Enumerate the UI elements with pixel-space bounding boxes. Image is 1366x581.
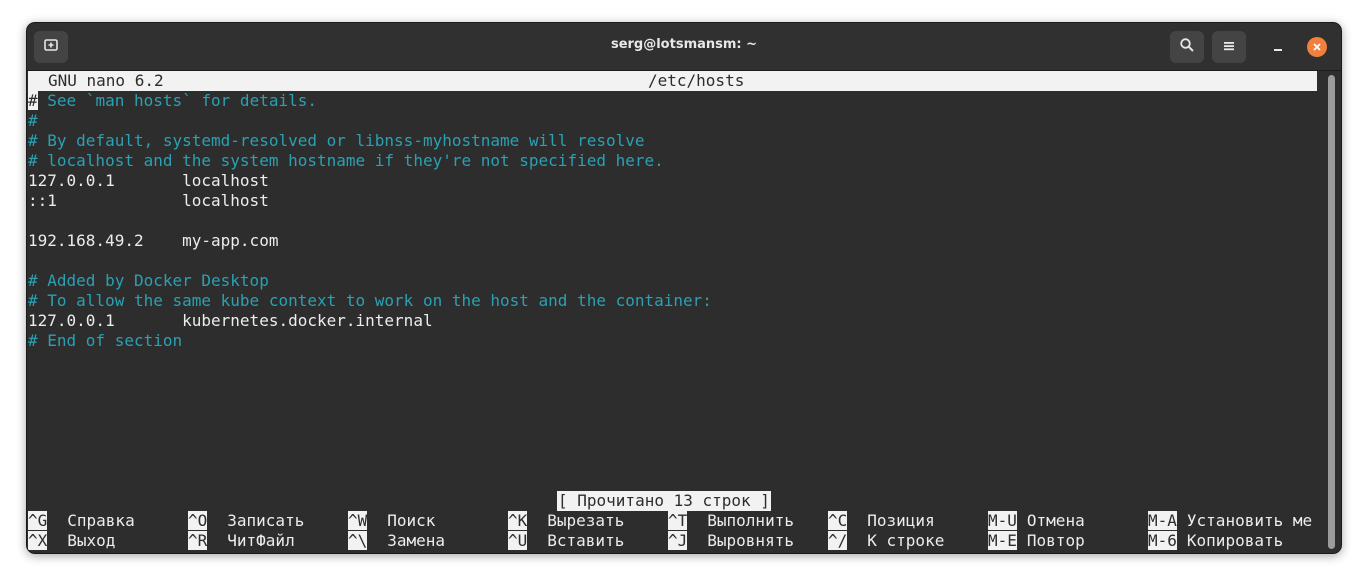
line-text: 127.0.0.1 localhost [28, 171, 269, 190]
shortcut-item: M-E Повтор [988, 531, 1085, 551]
close-icon [1307, 37, 1327, 57]
editor-line[interactable]: # See `man hosts` for details. [28, 91, 317, 111]
shortcut-item: ^W Поиск [348, 511, 435, 531]
window-title: serg@lotsmansm: ~ [610, 37, 758, 52]
shortcut-label: Отмена [1026, 511, 1085, 530]
search-icon [1179, 37, 1195, 57]
shortcut-label: Копировать [1186, 531, 1284, 550]
shortcut-key: ^R [188, 531, 208, 550]
shortcut-key: ^/ [828, 531, 848, 550]
text-cursor: # [28, 91, 38, 110]
line-text: # End of section [28, 331, 183, 350]
line-text: # [28, 111, 38, 130]
shortcut-label: Выход [67, 531, 116, 550]
shortcut-item: ^R ЧитФайл [188, 531, 295, 551]
shortcut-key: M-6 [1148, 531, 1177, 550]
shortcut-item: ^K Вырезать [508, 511, 624, 531]
shortcut-key: ^J [668, 531, 688, 550]
shortcut-label: К строке [867, 531, 945, 550]
search-button[interactable] [1170, 31, 1204, 63]
shortcut-label: Вставить [547, 531, 625, 550]
line-text: 127.0.0.1 kubernetes.docker.internal [28, 311, 433, 330]
shortcut-key: ^O [188, 511, 208, 530]
shortcut-label: Замена [387, 531, 446, 550]
editor-line[interactable]: # localhost and the system hostname if t… [28, 151, 664, 171]
shortcut-item: ^U Вставить [508, 531, 624, 551]
shortcut-key: M-U [988, 511, 1017, 530]
line-text: # Added by Docker Desktop [28, 271, 269, 290]
shortcut-label: Выровнять [707, 531, 794, 550]
menu-button[interactable] [1212, 31, 1246, 63]
hamburger-menu-icon [1222, 38, 1236, 57]
shortcut-key: ^G [28, 511, 48, 530]
status-message: [ Прочитано 13 строк ] [557, 491, 771, 511]
line-text: # To allow the same kube context to work… [28, 291, 712, 310]
line-text: ::1 localhost [28, 191, 269, 210]
editor-line[interactable]: 192.168.49.2 my-app.com [28, 231, 278, 251]
scrollbar-thumb[interactable] [1328, 75, 1335, 549]
shortcut-label: Выполнить [707, 511, 794, 530]
shortcut-label: Поиск [387, 511, 436, 530]
shortcut-key: ^C [828, 511, 848, 530]
shortcut-item: ^T Выполнить [668, 511, 794, 531]
shortcut-item: ^/ К строке [828, 531, 944, 551]
shortcut-label: Записать [227, 511, 305, 530]
shortcut-item: ^\ Замена [348, 531, 445, 551]
editor-line[interactable]: ::1 localhost [28, 191, 269, 211]
shortcut-item: ^G Справка [28, 511, 135, 531]
terminal-window: serg@lotsmansm: ~ GNU nano 6.2 /etc/host… [26, 22, 1342, 554]
editor-line[interactable]: 127.0.0.1 kubernetes.docker.internal [28, 311, 433, 331]
shortcut-item: ^O Записать [188, 511, 304, 531]
title-bar: serg@lotsmansm: ~ [27, 23, 1341, 71]
editor-line[interactable]: # To allow the same kube context to work… [28, 291, 712, 311]
line-text: 192.168.49.2 my-app.com [28, 231, 279, 250]
line-text: # localhost and the system hostname if t… [28, 151, 664, 170]
shortcut-item: ^J Выровнять [668, 531, 794, 551]
shortcut-item: ^C Позиция [828, 511, 935, 531]
shortcut-label: ЧитФайл [227, 531, 295, 550]
shortcut-item: M-A Установить ме [1148, 511, 1312, 531]
editor-line[interactable]: # End of section [28, 331, 182, 351]
line-text: # By default, systemd-resolved or libnss… [28, 131, 645, 150]
shortcut-key: ^K [508, 511, 528, 530]
shortcut-key: M-E [988, 531, 1017, 550]
shortcut-label: Повтор [1026, 531, 1085, 550]
nano-editor[interactable]: GNU nano 6.2/etc/hosts # See `man hosts`… [27, 71, 1319, 553]
scrollbar[interactable] [1321, 71, 1341, 553]
editor-line[interactable]: 127.0.0.1 localhost [28, 171, 269, 191]
close-button[interactable] [1300, 31, 1334, 63]
minimize-button[interactable] [1261, 31, 1295, 63]
shortcut-key: ^W [348, 511, 368, 530]
shortcut-key: ^X [28, 531, 48, 550]
shortcut-item: ^X Выход [28, 531, 115, 551]
shortcut-label: Установить ме [1186, 511, 1313, 530]
nano-filename: /etc/hosts [648, 71, 745, 90]
editor-line[interactable]: # [28, 111, 38, 131]
shortcut-key: M-A [1148, 511, 1177, 530]
line-text: See `man hosts` for details. [37, 91, 317, 110]
minimize-icon [1272, 38, 1284, 57]
shortcut-key: ^T [668, 511, 688, 530]
shortcut-item: M-U Отмена [988, 511, 1085, 531]
shortcut-label: Справка [67, 511, 135, 530]
shortcut-key: ^\ [348, 531, 368, 550]
editor-line[interactable]: # Added by Docker Desktop [28, 271, 269, 291]
nano-title-bar: GNU nano 6.2/etc/hosts [28, 71, 1317, 91]
shortcut-key: ^U [508, 531, 528, 550]
shortcut-item: M-6 Копировать [1148, 531, 1283, 551]
shortcut-label: Вырезать [547, 511, 625, 530]
nano-version: GNU nano 6.2 [48, 71, 164, 90]
shortcut-label: Позиция [867, 511, 935, 530]
editor-line[interactable]: # By default, systemd-resolved or libnss… [28, 131, 645, 151]
